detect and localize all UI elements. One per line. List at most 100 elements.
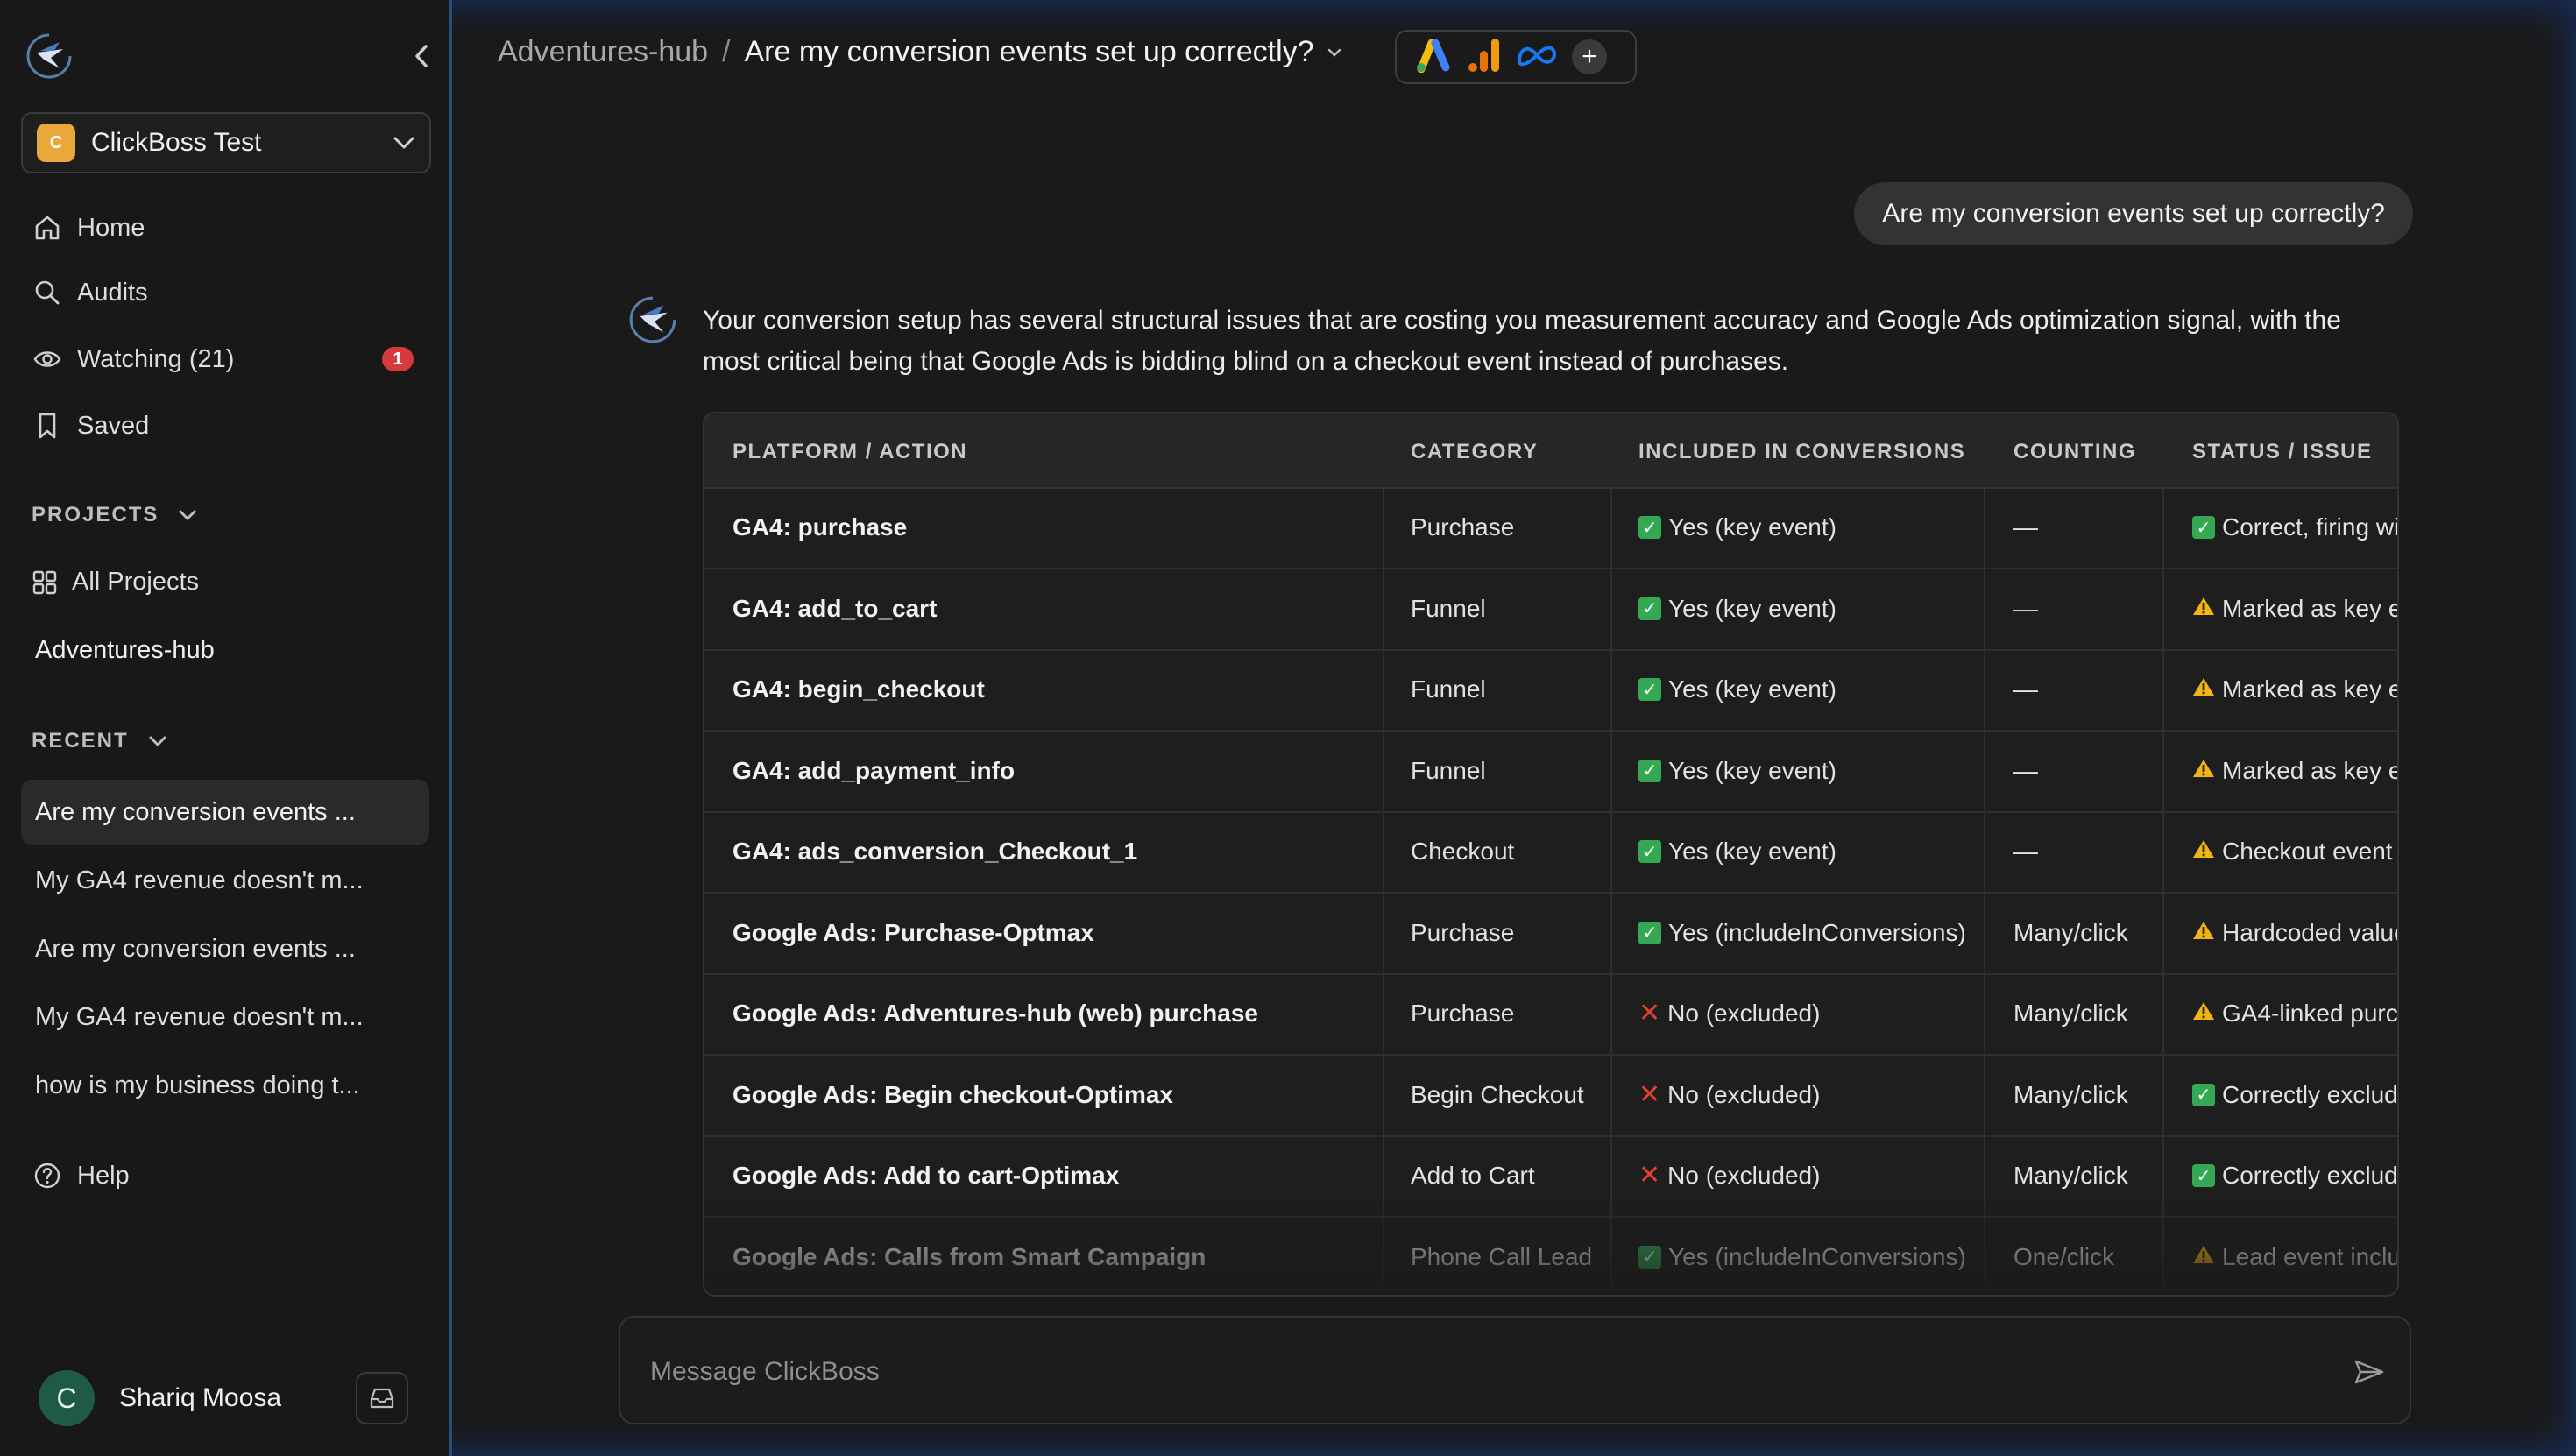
cell-category-text: Purchase xyxy=(1411,1000,1515,1027)
sidebar-item-audits[interactable]: Audits xyxy=(32,268,417,317)
recent-chat-item[interactable]: My GA4 revenue doesn't m... xyxy=(21,985,429,1050)
project-item[interactable]: Adventures-hub xyxy=(35,636,215,665)
cell-action-text: Google Ads: Begin checkout-Optimax xyxy=(732,1080,1174,1108)
conversion-events-table: PLATFORM / ACTION CATEGORY INCLUDED IN C… xyxy=(703,412,2399,1297)
cell-counting: — xyxy=(2013,757,2038,785)
cell-category-text: Funnel xyxy=(1411,594,1486,622)
cell-status-text: Correctly exclude xyxy=(2222,1162,2399,1189)
cross-icon: ✕ xyxy=(1638,999,1661,1028)
sidebar-item-watching[interactable]: Watching (21) xyxy=(32,335,417,384)
table-row: Google Ads: Add to cart-Optimax Add to Ca… xyxy=(704,1137,2399,1218)
cell-status: Marked as key ev xyxy=(2192,756,2399,785)
user-profile[interactable]: C Shariq Moosa xyxy=(39,1370,281,1426)
sidebar-item-saved[interactable]: Saved xyxy=(32,401,417,450)
cell-category-text: Checkout xyxy=(1411,838,1515,865)
breadcrumb: Adventures-hub / Are my conversion event… xyxy=(498,35,1342,69)
sidebar-item-home[interactable]: Home xyxy=(32,203,417,252)
google-ads-icon xyxy=(1414,38,1453,77)
chevron-down-icon[interactable] xyxy=(1327,47,1342,58)
grid-icon xyxy=(32,569,58,596)
recent-chat-item[interactable]: Are my conversion events ... xyxy=(21,916,429,981)
message-composer xyxy=(619,1316,2411,1424)
cell-status: GA4-linked purch xyxy=(2192,1000,2399,1028)
projects-section-toggle[interactable]: PROJECTS xyxy=(32,503,197,527)
all-projects-link[interactable]: All Projects xyxy=(32,568,199,597)
collapse-sidebar-button[interactable] xyxy=(405,39,438,74)
eye-icon xyxy=(32,343,63,375)
meta-icon xyxy=(1516,42,1558,73)
cell-category: Purchase xyxy=(1411,513,1514,541)
cell-category: Phone Call Lead xyxy=(1411,1243,1592,1271)
recent-section-toggle[interactable]: RECENT xyxy=(32,729,167,753)
cell-counting-text: — xyxy=(2013,838,2038,865)
cell-action: GA4: begin_checkout xyxy=(732,675,985,703)
table-row: GA4: ads_conversion_Checkout_1 Checkout ✓ Y… xyxy=(704,813,2397,894)
cell-included-text: Yes (key event) xyxy=(1668,675,1836,703)
table-row: GA4: begin_checkout Funnel ✓ Yes (key event… xyxy=(704,651,2397,732)
cell-action-text: Google Ads: Calls from Smart Campaign xyxy=(732,1242,1207,1270)
connected-platforms[interactable]: + xyxy=(1395,30,1637,84)
cell-included-text: Yes (key event) xyxy=(1668,838,1836,865)
recent-chat-item[interactable]: My GA4 revenue doesn't m... xyxy=(21,848,429,913)
cell-included: ✓ Yes (key event) xyxy=(1638,838,1836,866)
message-input[interactable] xyxy=(650,1346,2315,1398)
sidebar-item-label: Watching (21) xyxy=(77,344,235,373)
cell-counting: Many/click xyxy=(2013,1081,2128,1109)
clickboss-logo-icon[interactable] xyxy=(25,32,74,81)
check-icon: ✓ xyxy=(1638,597,1661,620)
cell-category-text: Add to Cart xyxy=(1411,1162,1535,1189)
app-window: C ClickBoss Test Home Audits Watching (2… xyxy=(0,0,2576,1456)
cell-status-text: Marked as key ev xyxy=(2222,756,2399,784)
notification-badge: 1 xyxy=(382,347,414,371)
cell-counting: — xyxy=(2013,838,2038,866)
cell-included: ✓ Yes (key event) xyxy=(1638,675,1836,703)
check-icon: ✓ xyxy=(2192,1164,2215,1187)
cell-action-text: GA4: add_to_cart xyxy=(732,594,938,622)
cell-status-text: GA4-linked purch xyxy=(2222,1000,2399,1027)
send-button[interactable] xyxy=(2348,1351,2390,1393)
cell-included: ✓ Yes (includeInConversions) xyxy=(1638,919,1966,947)
projects-heading: PROJECTS xyxy=(32,503,159,527)
check-icon: ✓ xyxy=(2192,1083,2215,1106)
inbox-button[interactable] xyxy=(356,1372,408,1424)
cell-category-text: Funnel xyxy=(1411,675,1486,703)
google-analytics-icon xyxy=(1467,36,1502,79)
cell-included: ✕ No (excluded) xyxy=(1638,1162,1820,1190)
cell-included-text: No (excluded) xyxy=(1667,1000,1821,1027)
check-icon: ✓ xyxy=(1638,759,1661,782)
cell-category: Add to Cart xyxy=(1411,1162,1535,1190)
cell-counting-text: Many/click xyxy=(2013,1162,2128,1189)
cell-action: Google Ads: Calls from Smart Campaign xyxy=(732,1243,1206,1271)
breadcrumb-project-link[interactable]: Adventures-hub xyxy=(498,35,708,69)
cell-counting-text: — xyxy=(2013,675,2038,703)
cell-included: ✓ Yes (key event) xyxy=(1638,595,1836,623)
cell-category-text: Purchase xyxy=(1411,513,1515,541)
recent-heading: RECENT xyxy=(32,729,129,753)
help-link[interactable]: Help xyxy=(32,1151,417,1200)
cell-action-text: GA4: purchase xyxy=(732,513,908,541)
cell-counting-text: Many/click xyxy=(2013,918,2128,946)
cell-included: ✓ Yes (key event) xyxy=(1638,757,1836,785)
check-icon: ✓ xyxy=(2192,516,2215,539)
cell-included-text: Yes (includeInConversions) xyxy=(1668,1242,1966,1270)
cell-action-text: GA4: ads_conversion_Checkout_1 xyxy=(732,838,1138,865)
recent-chat-item[interactable]: Are my conversion events ... xyxy=(21,780,429,845)
cell-counting: — xyxy=(2013,513,2038,541)
check-icon: ✓ xyxy=(1638,921,1661,944)
cell-category-text: Phone Call Lead xyxy=(1411,1242,1593,1270)
workspace-switcher[interactable]: C ClickBoss Test xyxy=(21,112,431,173)
column-header-status: STATUS / ISSUE xyxy=(2192,440,2373,463)
recent-chat-item[interactable]: how is my business doing t... xyxy=(21,1053,429,1118)
workspace-avatar: C xyxy=(37,124,75,162)
add-platform-button[interactable]: + xyxy=(1572,39,1607,74)
cell-counting: — xyxy=(2013,675,2038,703)
help-label: Help xyxy=(77,1161,130,1190)
cell-included-text: Yes (includeInConversions) xyxy=(1668,918,1966,946)
bookmark-icon xyxy=(32,410,63,442)
sidebar: C ClickBoss Test Home Audits Watching (2… xyxy=(0,0,452,1456)
cell-counting-text: — xyxy=(2013,513,2038,541)
cell-status: Checkout event r xyxy=(2192,838,2397,866)
table-row: Google Ads: Adventures-hub (web) purchas… xyxy=(704,975,2399,1056)
page-title[interactable]: Are my conversion events set up correctl… xyxy=(745,35,1314,69)
cross-icon: ✕ xyxy=(1638,1079,1661,1109)
